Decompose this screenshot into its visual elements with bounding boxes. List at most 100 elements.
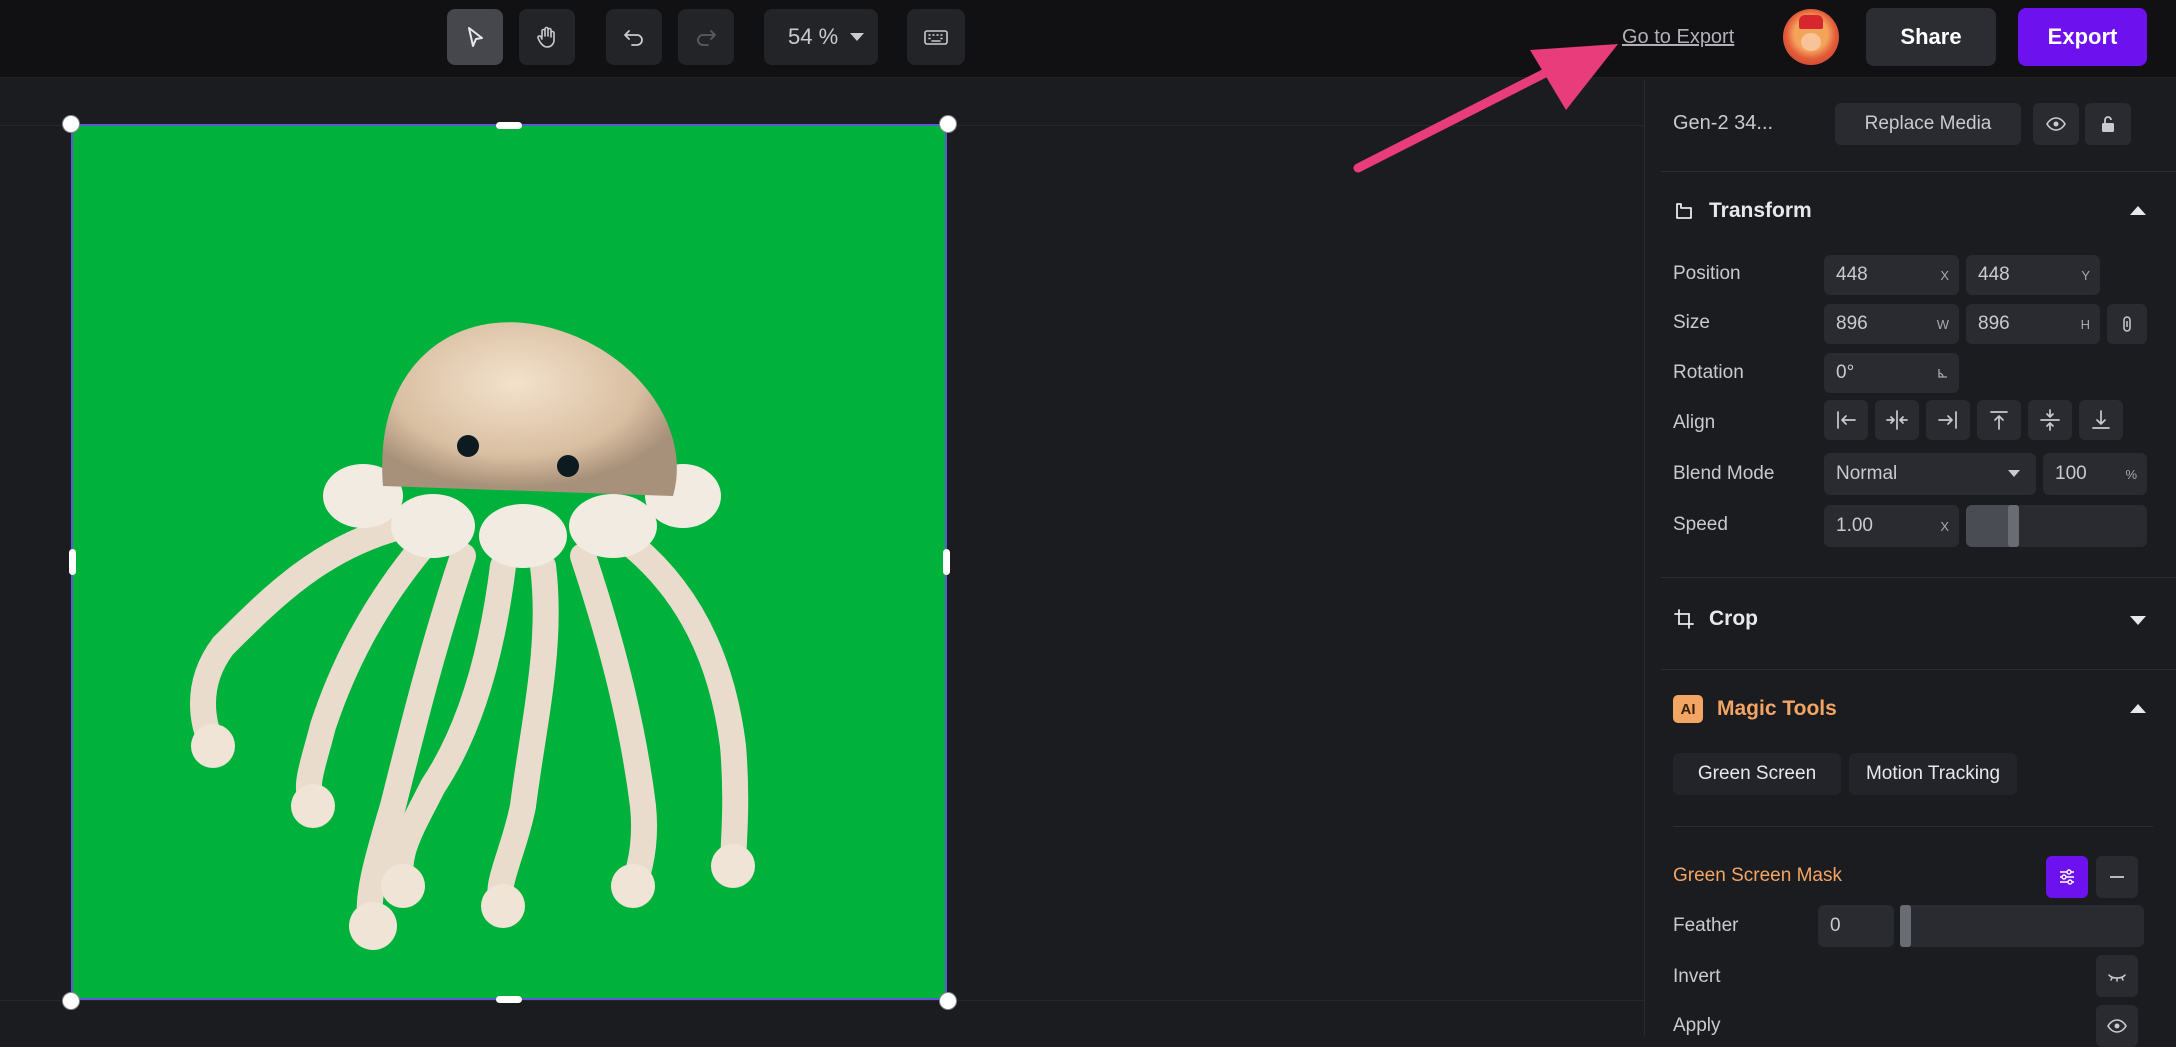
transform-header[interactable]: Transform bbox=[1673, 199, 1812, 223]
eye-icon bbox=[2107, 1019, 2127, 1033]
divider bbox=[1661, 669, 2176, 670]
resize-handle-bottom[interactable] bbox=[496, 996, 522, 1003]
feather-slider[interactable] bbox=[1900, 905, 2144, 947]
opacity-input[interactable]: 100 % bbox=[2043, 453, 2147, 495]
chevron-down-icon[interactable] bbox=[2130, 616, 2146, 625]
mask-settings-button[interactable] bbox=[2046, 856, 2088, 898]
media-clip[interactable] bbox=[71, 124, 947, 1000]
keyboard-shortcuts-button[interactable] bbox=[907, 9, 965, 65]
motion-tracking-button[interactable]: Motion Tracking bbox=[1849, 753, 2017, 795]
speed-slider[interactable] bbox=[1966, 505, 2147, 547]
resize-handle-top[interactable] bbox=[496, 122, 522, 129]
chevron-up-icon[interactable] bbox=[2130, 206, 2146, 215]
size-h-suffix: H bbox=[2080, 316, 2090, 332]
align-bottom-icon bbox=[2092, 410, 2110, 429]
jellyfish-image bbox=[190, 322, 755, 950]
chevron-up-icon[interactable] bbox=[2130, 704, 2146, 713]
zoom-value: 54 % bbox=[788, 24, 839, 49]
divider bbox=[1661, 577, 2176, 578]
select-tool-button[interactable] bbox=[447, 9, 503, 65]
align-bottom-button[interactable] bbox=[2079, 400, 2123, 440]
remove-mask-button[interactable] bbox=[2096, 856, 2138, 898]
apply-toggle-button[interactable] bbox=[2096, 1005, 2138, 1047]
lock-toggle-button[interactable] bbox=[2085, 103, 2131, 145]
resize-handle-bottom-right[interactable] bbox=[939, 992, 957, 1010]
invert-toggle-button[interactable] bbox=[2096, 955, 2138, 997]
transform-icon bbox=[1676, 203, 1692, 219]
blend-mode-select[interactable]: Normal bbox=[1824, 453, 2036, 495]
rotation-value: 0° bbox=[1836, 362, 1855, 383]
resize-handle-right[interactable] bbox=[943, 549, 950, 575]
feather-slider-thumb[interactable] bbox=[1900, 905, 1911, 947]
invert-label: Invert bbox=[1673, 966, 1721, 987]
go-to-export-link[interactable]: Go to Export bbox=[1622, 26, 1734, 49]
eye-icon bbox=[2046, 117, 2066, 131]
feather-value: 0 bbox=[1830, 915, 1841, 936]
size-label: Size bbox=[1673, 312, 1710, 333]
size-w-suffix: W bbox=[1936, 316, 1949, 332]
align-right-button[interactable] bbox=[1926, 400, 1970, 440]
resize-handle-left[interactable] bbox=[69, 549, 76, 575]
avatar-face bbox=[1801, 33, 1821, 51]
rotation-input[interactable]: 0° bbox=[1824, 353, 1959, 393]
align-left-icon bbox=[1837, 411, 1856, 429]
resize-handle-bottom-left[interactable] bbox=[62, 992, 80, 1010]
resize-handle-top-left[interactable] bbox=[62, 115, 80, 133]
replace-media-button[interactable]: Replace Media bbox=[1835, 103, 2021, 145]
export-button[interactable]: Export bbox=[2018, 8, 2147, 66]
speed-slider-thumb[interactable] bbox=[2007, 505, 2019, 547]
align-left-button[interactable] bbox=[1824, 400, 1868, 440]
align-center-horizontal-button[interactable] bbox=[1875, 400, 1919, 440]
rotation-label: Rotation bbox=[1673, 362, 1744, 383]
align-center-horizontal-icon bbox=[1886, 410, 1908, 430]
align-label: Align bbox=[1673, 412, 1716, 433]
eye-closed-icon bbox=[2108, 974, 2126, 982]
size-h-input[interactable]: 896 H bbox=[1966, 304, 2100, 344]
align-middle-button[interactable] bbox=[2028, 400, 2072, 440]
size-w-value: 896 bbox=[1836, 313, 1868, 334]
magic-tools-header[interactable]: AI Magic Tools bbox=[1673, 695, 1837, 723]
resize-handle-top-right[interactable] bbox=[939, 115, 957, 133]
position-x-value: 448 bbox=[1836, 264, 1868, 285]
avatar-hat bbox=[1799, 15, 1823, 29]
crop-icon bbox=[1674, 609, 1694, 629]
link-icon bbox=[2123, 316, 2131, 332]
aspect-lock-button[interactable] bbox=[2107, 304, 2147, 344]
zoom-select[interactable]: 54 % bbox=[764, 9, 878, 65]
visibility-toggle-button[interactable] bbox=[2033, 103, 2079, 145]
apply-label: Apply bbox=[1673, 1015, 1721, 1036]
annotation-arrow-icon bbox=[1353, 44, 1618, 173]
speed-value: 1.00 bbox=[1836, 515, 1873, 536]
chevron-down-icon bbox=[850, 33, 864, 41]
divider bbox=[1673, 826, 2153, 827]
unlock-icon bbox=[2102, 116, 2114, 132]
green-screen-button[interactable]: Green Screen bbox=[1673, 753, 1841, 795]
redo-icon bbox=[697, 30, 716, 46]
avatar[interactable] bbox=[1783, 9, 1839, 65]
crop-header[interactable]: Crop bbox=[1673, 607, 1758, 631]
hand-tool-button[interactable] bbox=[519, 9, 575, 65]
redo-button[interactable] bbox=[678, 9, 734, 65]
share-button[interactable]: Share bbox=[1866, 8, 1996, 66]
keyboard-icon bbox=[924, 30, 948, 45]
align-top-button[interactable] bbox=[1977, 400, 2021, 440]
align-top-icon bbox=[1990, 411, 2008, 430]
speed-slider-fill bbox=[1966, 505, 2014, 547]
position-y-input[interactable]: 448 Y bbox=[1966, 255, 2100, 295]
size-w-input[interactable]: 896 W bbox=[1824, 304, 1959, 344]
speed-input[interactable]: 1.00 X bbox=[1824, 505, 1959, 547]
feather-input[interactable]: 0 bbox=[1818, 905, 1894, 947]
position-label: Position bbox=[1673, 263, 1741, 284]
position-y-value: 448 bbox=[1978, 264, 2010, 285]
chevron-down-icon bbox=[2008, 470, 2020, 477]
undo-button[interactable] bbox=[606, 9, 662, 65]
undo-icon bbox=[624, 30, 643, 46]
opacity-suffix: % bbox=[2125, 466, 2137, 482]
top-toolbar: 54 % Go to Export Share Export bbox=[0, 0, 2176, 78]
media-title: Gen-2 34... bbox=[1673, 112, 1774, 134]
divider bbox=[1661, 171, 2176, 172]
position-x-input[interactable]: 448 X bbox=[1824, 255, 1959, 295]
minus-icon bbox=[2110, 876, 2124, 878]
ai-badge: AI bbox=[1673, 695, 1703, 723]
green-screen-mask-label: Green Screen Mask bbox=[1673, 865, 1842, 886]
